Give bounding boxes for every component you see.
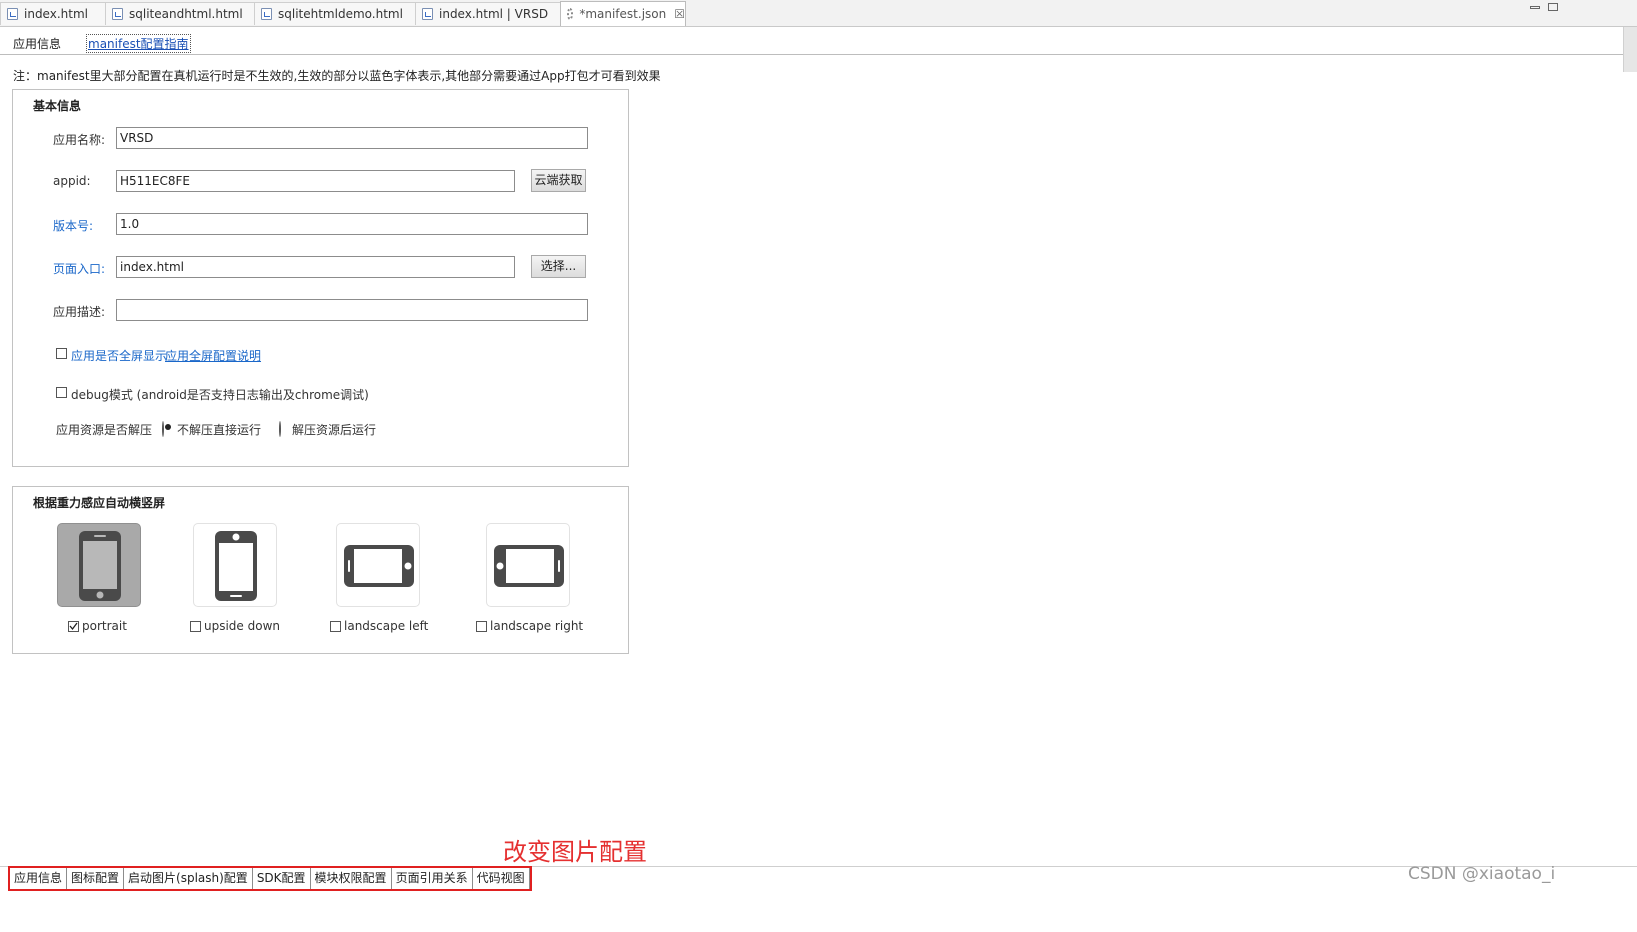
portrait-label: portrait bbox=[82, 619, 127, 633]
landscape-left-checkbox[interactable] bbox=[330, 620, 341, 632]
landscape-right-checkbox[interactable] bbox=[476, 620, 487, 632]
landscape-right-item[interactable]: landscape right bbox=[476, 619, 583, 633]
bottom-tab-code-view[interactable]: 代码视图 bbox=[473, 868, 530, 889]
editor-tab-strip: index.html sqliteandhtml.html sqlitehtml… bbox=[0, 0, 1637, 27]
entry-page-input[interactable]: index.html bbox=[116, 256, 515, 278]
entry-page-label: 页面入口: bbox=[53, 262, 106, 276]
choose-entry-button[interactable]: 选择... bbox=[531, 255, 586, 278]
portrait-phone-icon bbox=[79, 531, 121, 601]
html-file-icon bbox=[261, 8, 272, 20]
fullscreen-help-link[interactable]: 应用全屏配置说明 bbox=[165, 347, 261, 364]
landscape-right-option[interactable] bbox=[486, 523, 570, 607]
bottom-tab-app-info[interactable]: 应用信息 bbox=[10, 868, 68, 889]
vertical-scrollbar[interactable] bbox=[1623, 27, 1637, 72]
upside-down-phone-icon bbox=[215, 531, 257, 601]
editor-tab-index-html[interactable]: index.html bbox=[0, 2, 106, 25]
orientation-title: 根据重力感应自动横竖屏 bbox=[33, 496, 166, 510]
landscape-left-label: landscape left bbox=[344, 619, 429, 633]
portrait-option[interactable] bbox=[57, 523, 141, 607]
checkmark-icon bbox=[69, 622, 78, 630]
appid-label: appid: bbox=[53, 174, 91, 188]
landscape-left-option[interactable] bbox=[336, 523, 420, 607]
portrait-item[interactable]: portrait bbox=[68, 619, 127, 633]
editor-tab-label: index.html bbox=[24, 7, 88, 21]
annotation-text: 改变图片配置 bbox=[503, 838, 647, 866]
editor-tab-sqliteandhtml[interactable]: sqliteandhtml.html bbox=[105, 2, 255, 25]
editor-tab-manifest[interactable]: *manifest.json ☒ bbox=[560, 1, 686, 26]
landscape-left-item[interactable]: landscape left bbox=[330, 619, 428, 633]
maximize-icon[interactable] bbox=[1548, 3, 1558, 11]
html-file-icon bbox=[112, 8, 123, 20]
description-label: 应用描述: bbox=[53, 305, 106, 319]
app-name-input[interactable]: VRSD bbox=[116, 127, 588, 149]
upside-down-item[interactable]: upside down bbox=[190, 619, 280, 633]
manifest-guide-link[interactable]: manifest配置指南 bbox=[86, 34, 191, 53]
cloud-fetch-button[interactable]: 云端获取 bbox=[531, 169, 586, 192]
basic-info-title: 基本信息 bbox=[33, 99, 82, 113]
unzip-radio[interactable] bbox=[279, 421, 281, 437]
bottom-tab-bar: 应用信息 图标配置 启动图片(splash)配置 SDK配置 模块权限配置 页面… bbox=[8, 866, 532, 891]
landscape-left-phone-icon bbox=[344, 545, 414, 587]
editor-tab-label: index.html | VRSD bbox=[439, 7, 549, 21]
no-unzip-radio[interactable] bbox=[162, 421, 164, 437]
minimize-icon[interactable] bbox=[1530, 6, 1540, 9]
app-name-label: 应用名称: bbox=[53, 133, 106, 147]
bottom-tab-splash-config[interactable]: 启动图片(splash)配置 bbox=[124, 868, 253, 889]
upside-down-label: upside down bbox=[204, 619, 281, 633]
bottom-tab-module-permissions[interactable]: 模块权限配置 bbox=[311, 868, 392, 889]
version-label: 版本号: bbox=[53, 219, 94, 233]
settings-file-icon bbox=[567, 8, 574, 20]
bottom-tab-page-references[interactable]: 页面引用关系 bbox=[392, 868, 473, 889]
editor-tab-label: *manifest.json bbox=[579, 7, 667, 21]
debug-checkbox[interactable] bbox=[56, 387, 67, 398]
manifest-subtab-bar: 应用信息 manifest配置指南 bbox=[0, 27, 1637, 55]
subtab-app-info[interactable]: 应用信息 bbox=[13, 35, 61, 52]
bottom-tab-sdk-config[interactable]: SDK配置 bbox=[253, 868, 311, 889]
landscape-right-phone-icon bbox=[494, 545, 564, 587]
portrait-checkbox[interactable] bbox=[68, 620, 79, 632]
editor-tab-index-vrsd[interactable]: index.html | VRSD bbox=[415, 2, 561, 25]
landscape-right-label: landscape right bbox=[490, 619, 584, 633]
version-input[interactable]: 1.0 bbox=[116, 213, 588, 235]
html-file-icon bbox=[422, 8, 433, 20]
fullscreen-label: 应用是否全屏显示 bbox=[71, 349, 168, 363]
upside-down-option[interactable] bbox=[193, 523, 277, 607]
debug-label: debug模式 (android是否支持日志输出及chrome调试) bbox=[71, 388, 369, 402]
manifest-note: 注：manifest里大部分配置在真机运行时是不生效的,生效的部分以蓝色字体表示… bbox=[13, 69, 661, 83]
upside-down-checkbox[interactable] bbox=[190, 620, 201, 632]
editor-tab-label: sqliteandhtml.html bbox=[129, 7, 243, 21]
appid-input[interactable]: H511EC8FE bbox=[116, 170, 515, 192]
description-input[interactable] bbox=[116, 299, 588, 321]
editor-tab-label: sqlitehtmldemo.html bbox=[278, 7, 403, 21]
editor-tab-sqlitehtmldemo[interactable]: sqlitehtmldemo.html bbox=[254, 2, 416, 25]
bottom-tab-icon-config[interactable]: 图标配置 bbox=[67, 868, 125, 889]
fullscreen-checkbox[interactable] bbox=[56, 348, 67, 359]
unzip-option-label: 解压资源后运行 bbox=[292, 423, 377, 437]
watermark: CSDN @xiaotao_i bbox=[1408, 864, 1556, 884]
no-unzip-label: 不解压直接运行 bbox=[177, 423, 262, 437]
html-file-icon bbox=[7, 8, 18, 20]
unzip-label: 应用资源是否解压 bbox=[56, 423, 153, 437]
close-icon[interactable]: ☒ bbox=[674, 7, 685, 21]
